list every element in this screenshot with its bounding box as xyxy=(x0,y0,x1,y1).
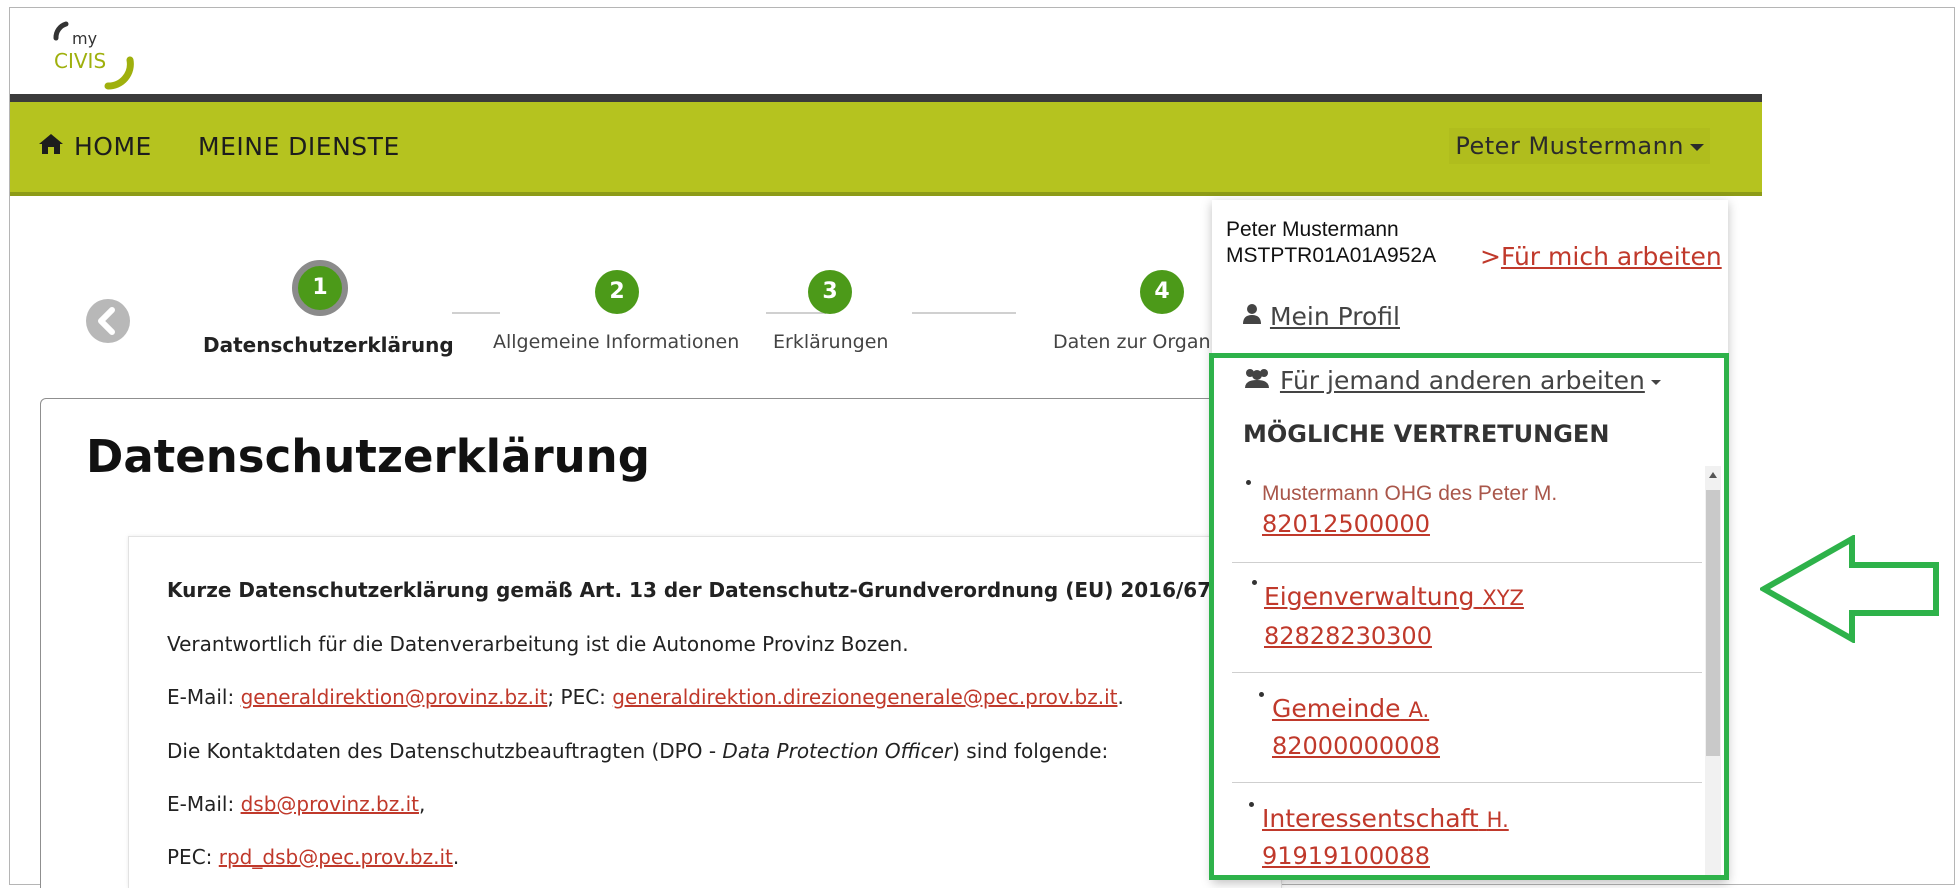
step-4-circle[interactable]: 4 xyxy=(1140,270,1184,314)
logo-civis: CIVIS xyxy=(54,49,106,73)
contact-line: E-Mail: generaldirektion@provinz.bz.it; … xyxy=(167,685,1124,709)
arrow-left-icon xyxy=(1760,535,1939,643)
work-for-me-link[interactable]: >Für mich arbeiten xyxy=(1480,242,1722,271)
top-dark-strip xyxy=(10,94,1762,102)
chevron-left-icon xyxy=(98,307,115,335)
dpo-pec-line: PEC: rpd_dsb@pec.prov.bz.it. xyxy=(167,845,460,869)
home-icon xyxy=(38,132,64,161)
user-menu-toggle[interactable]: Peter Mustermann xyxy=(1449,128,1710,164)
chevron-right-icon: > xyxy=(1480,242,1501,271)
dpo-email-line: E-Mail: dsb@provinz.bz.it, xyxy=(167,792,426,816)
dropdown-user-name: Peter Mustermann xyxy=(1226,218,1399,241)
highlight-box xyxy=(1209,353,1729,880)
logo-my: my xyxy=(72,29,97,48)
step-4-label: Daten zur Organi xyxy=(1053,331,1216,353)
step-connector xyxy=(452,312,500,314)
user-icon xyxy=(1242,302,1262,331)
privacy-heading: Kurze Datenschutzerklärung gemäß Art. 13… xyxy=(167,578,1226,602)
step-3-circle[interactable]: 3 xyxy=(808,270,852,314)
step-connector xyxy=(912,312,1016,314)
step-2-circle[interactable]: 2 xyxy=(595,270,639,314)
nav-meine-dienste[interactable]: MEINE DIENSTE xyxy=(198,132,400,161)
responsible-text: Verantwortlich für die Datenverarbeitung… xyxy=(167,632,909,656)
dropdown-user-code: MSTPTR01A01A952A xyxy=(1226,244,1437,267)
nav-home-label: HOME xyxy=(74,132,152,161)
step-2-label: Allgemeine Informationen xyxy=(493,331,740,353)
previous-step-button[interactable] xyxy=(86,299,130,343)
mycivis-logo[interactable]: my CIVIS xyxy=(42,12,152,92)
main-navbar: HOME MEINE DIENSTE Peter Mustermann xyxy=(10,102,1762,196)
user-menu-label: Peter Mustermann xyxy=(1455,132,1684,160)
my-profile-link[interactable]: Mein Profil xyxy=(1242,302,1400,331)
step-1-label: Datenschutzerklärung xyxy=(203,333,454,357)
dpo-text: Die Kontaktdaten des Datenschutzbeauftra… xyxy=(167,739,1109,763)
step-connector xyxy=(766,312,826,314)
dpo-pec-link[interactable]: rpd_dsb@pec.prov.bz.it xyxy=(219,845,453,869)
pec-link[interactable]: generaldirektion.direzionegenerale@pec.p… xyxy=(612,685,1117,709)
page-title: Datenschutzerklärung xyxy=(86,430,650,483)
step-3-label: Erklärungen xyxy=(773,331,889,353)
nav-home[interactable]: HOME xyxy=(38,132,152,161)
email-link[interactable]: generaldirektion@provinz.bz.it xyxy=(241,685,548,709)
step-1-circle[interactable]: 1 xyxy=(292,260,348,316)
caret-down-icon xyxy=(1690,143,1704,151)
dpo-email-link[interactable]: dsb@provinz.bz.it xyxy=(241,792,419,816)
